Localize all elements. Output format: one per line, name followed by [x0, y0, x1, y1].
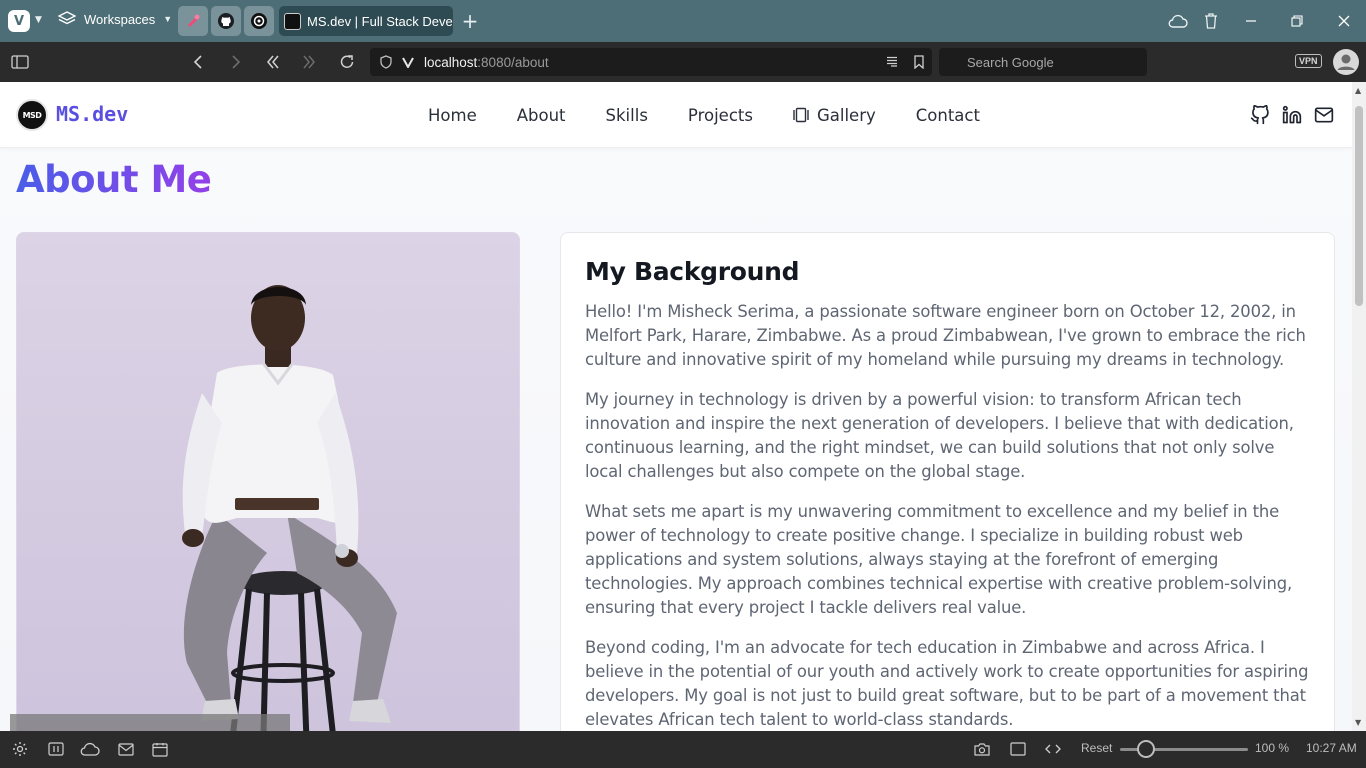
pin-app-icon [188, 14, 200, 27]
linkedin-link[interactable] [1281, 104, 1303, 126]
code-icon[interactable] [1043, 740, 1063, 758]
nav-skills[interactable]: Skills [596, 106, 658, 125]
browser-status-bar: Reset 100 % 10:27 AM [0, 731, 1366, 768]
profile-avatar[interactable] [1333, 49, 1359, 75]
site-navbar: MSD MS.dev Home About Skills Projects Ga… [0, 82, 1352, 148]
site-nav-links: Home About Skills Projects Gallery Conta… [408, 103, 1000, 127]
user-icon [1333, 49, 1359, 75]
fast-forward-button[interactable] [298, 51, 320, 73]
tab-tiling-icon[interactable] [46, 740, 66, 758]
zoom-slider-handle[interactable] [1137, 740, 1155, 758]
settings-gear-icon[interactable] [10, 740, 30, 758]
clock: 10:27 AM [1306, 741, 1357, 755]
sync-cloud-icon[interactable] [80, 740, 100, 758]
close-window-button[interactable] [1333, 10, 1355, 32]
panel-toggle-button[interactable] [9, 51, 31, 73]
portrait-image [17, 233, 519, 731]
nav-contact[interactable]: Contact [906, 106, 990, 125]
logo-text: MSD [22, 110, 42, 120]
double-chevron-right-icon [303, 55, 315, 69]
chevron-down-icon[interactable]: ▼ [35, 15, 42, 25]
page-title: About Me [16, 158, 212, 201]
vpn-button[interactable]: VPN [1295, 54, 1322, 68]
mail-icon[interactable] [116, 740, 136, 758]
shield-icon [380, 55, 392, 69]
double-chevron-left-icon [267, 55, 279, 69]
forward-button[interactable] [225, 51, 247, 73]
scroll-up-arrow[interactable]: ▲ [1355, 86, 1361, 95]
search-input[interactable] [939, 48, 1147, 76]
window-panel-icon[interactable] [1008, 740, 1028, 758]
openai-icon [251, 13, 267, 29]
github-icon [218, 13, 234, 29]
minimize-button[interactable] [1240, 10, 1262, 32]
sidebar-panel-icon [11, 55, 29, 69]
site-logo[interactable]: MSD [16, 99, 48, 131]
rewind-button[interactable] [262, 51, 284, 73]
link-preview-overlay [10, 714, 290, 731]
nav-gallery[interactable]: Gallery [783, 106, 886, 125]
pinned-tab-1[interactable] [178, 6, 208, 36]
chevron-right-icon [232, 55, 241, 69]
page-viewport: MSD MS.dev Home About Skills Projects Ga… [0, 82, 1352, 731]
background-card: My Background Hello! I'm Misheck Serima,… [560, 232, 1335, 731]
chevron-left-icon [193, 55, 202, 69]
cloud-sync-icon[interactable] [1167, 10, 1189, 32]
scroll-thumb[interactable] [1355, 106, 1363, 306]
email-link[interactable] [1313, 104, 1335, 126]
maximize-button[interactable] [1286, 10, 1308, 32]
background-paragraph-2: My journey in technology is driven by a … [585, 390, 1294, 481]
new-tab-button[interactable]: + [460, 9, 480, 33]
chevron-down-icon: ▼ [163, 14, 173, 24]
reader-view-icon[interactable] [886, 56, 898, 67]
url-path: :8080/about [477, 54, 549, 70]
nav-gallery-label: Gallery [816, 105, 876, 125]
reload-icon [340, 55, 354, 68]
url-host: localhost [424, 54, 478, 70]
capture-camera-icon[interactable] [972, 740, 992, 758]
zoom-level: 100 % [1255, 741, 1290, 755]
active-tab-title: MS.dev | Full Stack Developer [307, 13, 453, 29]
mail-icon [1314, 107, 1334, 123]
tab-active[interactable]: MS.dev | Full Stack Developer [279, 6, 453, 36]
scroll-down-arrow[interactable]: ▼ [1355, 718, 1361, 727]
workspaces-button[interactable]: Workspaces ▼ [58, 11, 172, 27]
layers-icon [58, 11, 76, 25]
pinned-tab-openai[interactable] [244, 6, 274, 36]
profile-photo [16, 232, 520, 731]
trash-icon[interactable] [1200, 10, 1222, 32]
workspaces-label: Workspaces [84, 11, 156, 27]
page-scrollbar[interactable]: ▲ ▼ [1352, 82, 1366, 731]
calendar-icon[interactable] [150, 740, 170, 758]
brand-name[interactable]: MS.dev [56, 102, 128, 126]
background-paragraph-1: Hello! I'm Misheck Serima, a passionate … [585, 302, 1306, 369]
background-paragraph-4: Beyond coding, I'm an advocate for tech … [585, 638, 1309, 729]
github-link[interactable] [1249, 104, 1271, 126]
reload-button[interactable] [336, 51, 358, 73]
background-paragraph-3: What sets me apart is my unwavering comm… [585, 502, 1293, 617]
nav-home[interactable]: Home [418, 106, 487, 125]
browser-address-bar: localhost:8080/about VPN [0, 42, 1366, 82]
site-favicon-icon [284, 12, 301, 30]
nav-projects[interactable]: Projects [678, 106, 763, 125]
nav-about[interactable]: About [507, 106, 576, 125]
bookmark-icon[interactable] [914, 55, 924, 69]
github-icon [1250, 105, 1269, 125]
vivaldi-menu-button[interactable]: V [8, 10, 30, 32]
zoom-reset-button[interactable]: Reset [1081, 741, 1112, 755]
gallery-icon [793, 107, 809, 123]
url-field[interactable]: localhost:8080/about [370, 48, 932, 76]
pinned-tab-github[interactable] [211, 6, 241, 36]
back-button[interactable] [187, 51, 209, 73]
vivaldi-v-icon [402, 57, 414, 68]
browser-tab-bar: V ▼ Workspaces ▼ MS.dev | Full Stack Dev… [0, 0, 1366, 42]
background-heading: My Background [585, 257, 800, 286]
linkedin-icon [1282, 105, 1302, 124]
